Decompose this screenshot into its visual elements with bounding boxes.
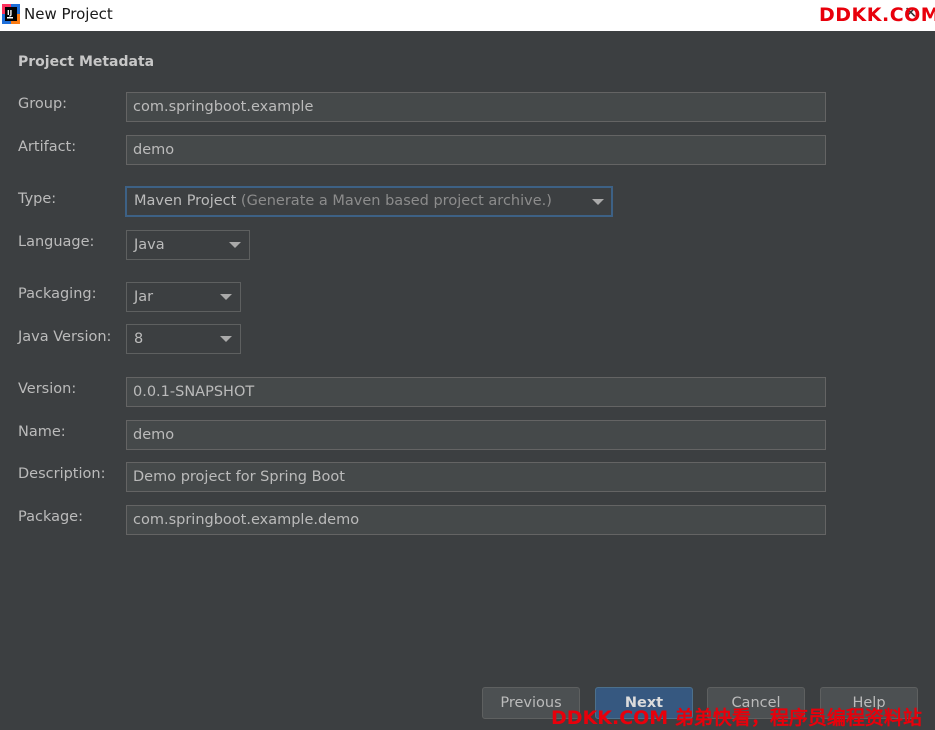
watermark-bottom: DDKK.COM 弟弟快看，程序员编程资料站 — [551, 707, 922, 729]
section-title: Project Metadata — [18, 54, 155, 70]
group-label: Group: — [18, 96, 68, 112]
group-field[interactable]: com.springboot.example — [126, 92, 826, 122]
artifact-field[interactable]: demo — [126, 135, 826, 165]
name-label: Name: — [18, 424, 66, 440]
language-label: Language: — [18, 234, 95, 250]
name-field[interactable]: demo — [126, 420, 826, 450]
chevron-down-icon — [220, 294, 232, 300]
version-label: Version: — [18, 381, 77, 397]
type-label: Type: — [18, 191, 57, 207]
packaging-value: Jar — [134, 289, 154, 305]
java-version-select[interactable]: 8 — [126, 324, 241, 354]
java-version-label: Java Version: — [18, 329, 112, 345]
intellij-app-icon: IJ — [2, 4, 20, 24]
packaging-label: Packaging: — [18, 286, 97, 302]
language-select[interactable]: Java — [126, 230, 250, 260]
description-field[interactable]: Demo project for Spring Boot — [126, 462, 826, 492]
window-title: New Project — [24, 5, 113, 23]
title-bar: IJ New Project ✕ DDKK.COM — [0, 0, 935, 31]
language-value: Java — [134, 237, 165, 253]
version-field[interactable]: 0.0.1-SNAPSHOT — [126, 377, 826, 407]
packaging-select[interactable]: Jar — [126, 282, 241, 312]
artifact-label: Artifact: — [18, 139, 77, 155]
type-value: Maven Project — [134, 193, 237, 209]
package-label: Package: — [18, 509, 83, 525]
java-version-value: 8 — [134, 331, 144, 347]
type-select[interactable]: Maven Project (Generate a Maven based pr… — [125, 186, 613, 217]
type-description: (Generate a Maven based project archive.… — [240, 193, 552, 209]
svg-text:IJ: IJ — [7, 9, 12, 17]
package-field[interactable]: com.springboot.example.demo — [126, 505, 826, 535]
watermark-top: DDKK.COM — [819, 4, 935, 26]
description-label: Description: — [18, 466, 106, 482]
chevron-down-icon — [229, 242, 241, 248]
chevron-down-icon — [592, 199, 604, 205]
chevron-down-icon — [220, 336, 232, 342]
